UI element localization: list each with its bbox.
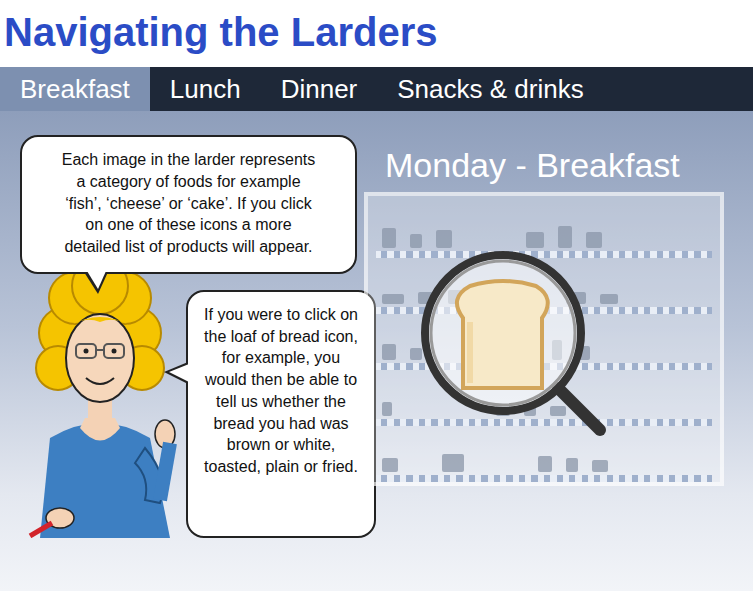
food-category-icon[interactable] — [586, 232, 602, 248]
tab-bar: BreakfastLunchDinnerSnacks & drinks — [0, 67, 753, 111]
food-category-icon[interactable] — [538, 456, 552, 472]
food-category-icon[interactable] — [436, 230, 452, 248]
food-category-icon[interactable] — [550, 406, 566, 416]
food-category-icon[interactable] — [442, 454, 464, 472]
food-category-icon[interactable] — [600, 294, 618, 304]
food-category-icon[interactable] — [382, 402, 392, 416]
food-category-icon[interactable] — [410, 348, 422, 360]
tab[interactable]: Lunch — [150, 67, 261, 111]
shelf — [376, 202, 712, 258]
food-category-icon[interactable] — [382, 344, 396, 360]
larder-shelves — [364, 192, 724, 486]
guide-panel: Each image in the larder represents a ca… — [0, 111, 382, 591]
food-category-icon[interactable] — [558, 226, 572, 248]
food-category-icon[interactable] — [566, 458, 578, 472]
food-category-icon[interactable] — [382, 294, 404, 304]
food-category-icon[interactable] — [592, 460, 608, 472]
food-category-icon[interactable] — [526, 232, 544, 248]
food-category-icon[interactable] — [382, 458, 398, 472]
main-area: Each image in the larder represents a ca… — [0, 111, 753, 591]
speech-bubble: Each image in the larder represents a ca… — [20, 135, 357, 274]
speech-bubble: If you were to click on the loaf of brea… — [186, 290, 376, 538]
page-title: Navigating the Larders — [0, 0, 753, 67]
larder-panel: Monday - Breakfast — [382, 111, 753, 591]
tab[interactable]: Dinner — [261, 67, 378, 111]
tab[interactable]: Snacks & drinks — [377, 67, 603, 111]
food-category-icon[interactable] — [410, 234, 422, 248]
larder-heading: Monday - Breakfast — [385, 147, 753, 184]
food-category-icon[interactable] — [382, 228, 396, 248]
tab[interactable]: Breakfast — [0, 67, 150, 111]
magnified-bread-icon[interactable] — [408, 238, 608, 438]
shelf — [376, 426, 712, 482]
